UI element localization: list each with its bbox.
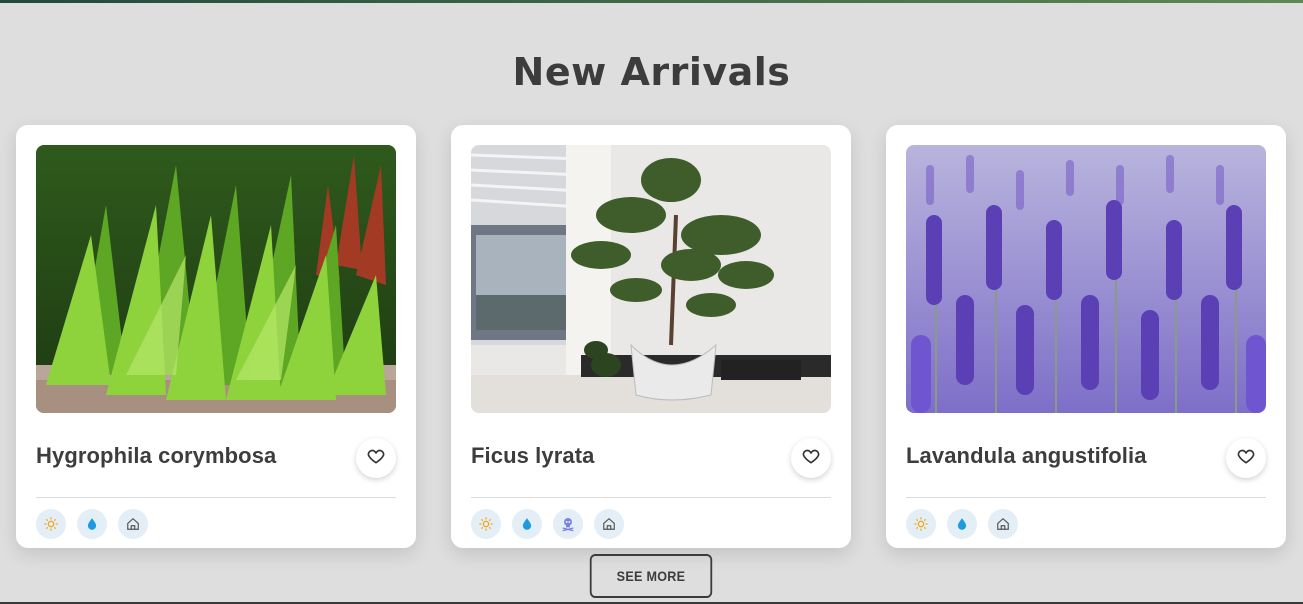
- heart-icon: [366, 446, 386, 471]
- see-more-button[interactable]: See more: [589, 554, 713, 598]
- heart-icon: [801, 446, 821, 471]
- water-drop-icon: [77, 509, 107, 539]
- product-card-hygrophila[interactable]: Hygrophila corymbosa: [16, 125, 416, 548]
- card-divider: [471, 497, 831, 498]
- toxic-skull-icon: [553, 509, 583, 539]
- card-divider: [906, 497, 1266, 498]
- favorite-button[interactable]: [1226, 438, 1266, 478]
- section-title: New Arrivals: [512, 50, 791, 94]
- product-image-ficus[interactable]: [471, 145, 831, 413]
- product-name[interactable]: Hygrophila corymbosa: [36, 443, 276, 469]
- product-image-hygrophila[interactable]: [36, 145, 396, 413]
- product-name[interactable]: Ficus lyrata: [471, 443, 594, 469]
- sun-icon: [906, 509, 936, 539]
- top-accent-bar: [0, 0, 1303, 3]
- indoor-home-icon: [594, 509, 624, 539]
- care-badges: [36, 509, 148, 539]
- product-name[interactable]: Lavandula angustifolia: [906, 443, 1147, 469]
- care-badges: [906, 509, 1018, 539]
- water-drop-icon: [947, 509, 977, 539]
- water-drop-icon: [512, 509, 542, 539]
- product-image-lavandula[interactable]: [906, 145, 1266, 413]
- care-badges: [471, 509, 624, 539]
- sun-icon: [471, 509, 501, 539]
- heart-icon: [1236, 446, 1256, 471]
- product-card-ficus[interactable]: Ficus lyrata: [451, 125, 851, 548]
- indoor-home-icon: [118, 509, 148, 539]
- product-card-lavandula[interactable]: Lavandula angustifolia: [886, 125, 1286, 548]
- favorite-button[interactable]: [356, 438, 396, 478]
- card-divider: [36, 497, 396, 498]
- indoor-home-icon: [988, 509, 1018, 539]
- favorite-button[interactable]: [791, 438, 831, 478]
- sun-icon: [36, 509, 66, 539]
